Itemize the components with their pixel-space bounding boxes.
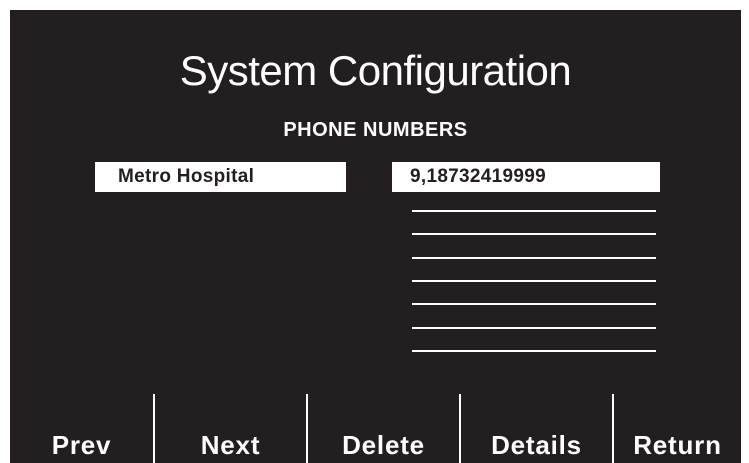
- prev-button[interactable]: Prev: [10, 394, 153, 463]
- contact-name-field[interactable]: Metro Hospital: [95, 162, 346, 192]
- softkey-bar: Prev Next Delete Details Return: [10, 394, 741, 463]
- empty-number-slot[interactable]: [412, 327, 656, 329]
- phone-number-field[interactable]: 9,18732419999: [392, 162, 660, 192]
- config-screen: System Configuration PHONE NUMBERS Metro…: [10, 10, 741, 463]
- page-title: System Configuration: [179, 47, 572, 94]
- next-button[interactable]: Next: [155, 394, 306, 463]
- delete-button[interactable]: Delete: [308, 394, 459, 463]
- empty-number-slot[interactable]: [412, 303, 656, 305]
- empty-number-slot[interactable]: [412, 210, 656, 212]
- empty-number-slot[interactable]: [412, 350, 656, 352]
- section-subtitle: PHONE NUMBERS: [283, 119, 468, 141]
- empty-number-slot[interactable]: [412, 233, 656, 235]
- empty-number-slot[interactable]: [412, 280, 656, 282]
- return-button[interactable]: Return: [614, 394, 741, 463]
- empty-number-slot[interactable]: [412, 257, 656, 259]
- details-button[interactable]: Details: [461, 394, 612, 463]
